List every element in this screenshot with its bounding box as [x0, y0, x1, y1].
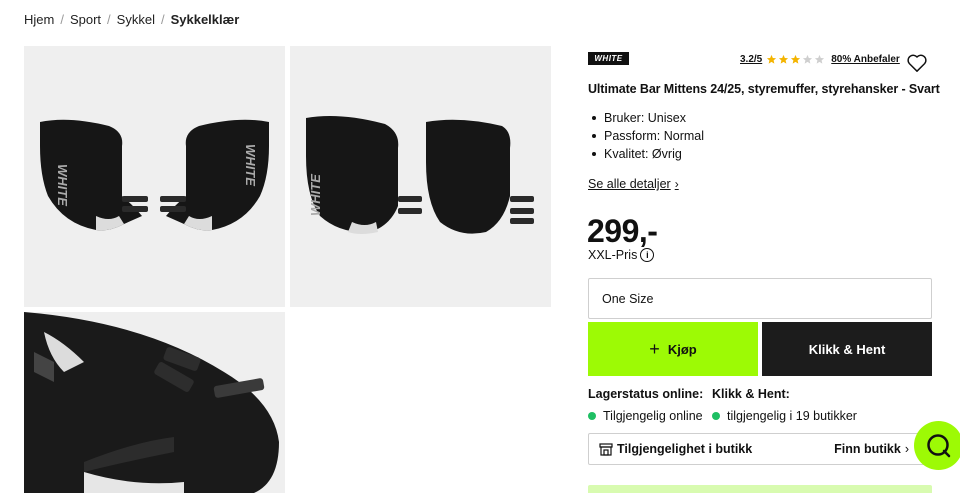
store-stock-status: tilgjengelig i 19 butikker [712, 409, 857, 423]
click-and-collect-button[interactable]: Klikk & Hent [762, 322, 932, 376]
brand-print: WHITE [55, 164, 70, 206]
breadcrumb-separator: / [107, 12, 111, 27]
online-stock-heading: Lagerstatus online: [588, 387, 704, 401]
chevron-right-icon: › [904, 442, 909, 456]
spec-item: Passform: Normal [588, 127, 704, 145]
chevron-right-icon: › [674, 177, 679, 191]
rating-score[interactable]: 3.2/5 [740, 54, 762, 65]
size-select[interactable]: One Size [588, 278, 932, 319]
rating-summary[interactable]: 3.2/5 80% Anbefaler [740, 54, 900, 65]
see-all-details-label: Se alle detaljer [588, 177, 671, 191]
in-stock-dot-icon [712, 412, 720, 420]
breadcrumb-home[interactable]: Hjem [24, 12, 54, 27]
product-image-closeup[interactable] [24, 312, 285, 493]
mittens-back-illustration: WHITE [306, 116, 534, 234]
chat-bubble-icon [926, 433, 950, 457]
rating-stars [766, 54, 825, 65]
chat-button[interactable] [914, 421, 960, 470]
in-stock-dot-icon [588, 412, 596, 420]
spec-item: Bruker: Unisex [588, 109, 704, 127]
recommend-percentage[interactable]: 80% Anbefaler [831, 54, 900, 65]
star-filled-icon [791, 54, 801, 64]
buy-button-label: Kjøp [667, 341, 697, 357]
breadcrumb-current: Sykkelklær [170, 12, 240, 27]
mittens-front-illustration: WHITE WHITE [40, 119, 269, 231]
online-stock-status: Tilgjengelig online [588, 409, 703, 423]
product-image-front[interactable]: WHITE WHITE [24, 46, 285, 307]
promo-banner [588, 485, 932, 493]
breadcrumb: Hjem / Sport / Sykkel / Sykkelklær [24, 12, 239, 27]
store-availability-label: Tilgjengelighet i butikk [617, 442, 753, 456]
wishlist-heart-icon[interactable] [906, 53, 928, 73]
store-stock-heading: Klikk & Hent: [712, 387, 790, 401]
store-stock-text: tilgjengelig i 19 butikker [727, 409, 857, 423]
breadcrumb-sykkel[interactable]: Sykkel [117, 12, 155, 27]
price-label: XXL-Pris [588, 248, 638, 262]
brand-print: WHITE [308, 174, 323, 216]
spec-item: Kvalitet: Øvrig [588, 145, 704, 163]
product-price: 299,- [587, 213, 658, 249]
breadcrumb-sport[interactable]: Sport [70, 12, 101, 27]
price-label-row: XXL-Pris i [588, 248, 655, 262]
info-icon[interactable]: i [640, 248, 655, 262]
product-specs: Bruker: Unisex Passform: Normal Kvalitet… [588, 109, 704, 163]
star-empty-icon [803, 54, 813, 64]
breadcrumb-separator: / [60, 12, 64, 27]
store-availability-row[interactable]: Tilgjengelighet i butikk Finn butikk › [588, 433, 932, 465]
star-filled-icon [767, 54, 777, 64]
see-all-details-link[interactable]: Se alle detaljer › [588, 177, 679, 191]
breadcrumb-separator: / [160, 12, 165, 27]
find-store-link[interactable]: Finn butikk › [834, 442, 909, 456]
plus-icon: + [649, 338, 660, 359]
online-stock-text: Tilgjengelig online [603, 409, 703, 423]
mitten-closeup-illustration [24, 312, 285, 493]
star-filled-icon [779, 54, 789, 64]
buy-button[interactable]: + Kjøp [588, 322, 758, 376]
find-store-label: Finn butikk [834, 442, 901, 456]
star-empty-icon [815, 54, 825, 64]
brand-logo[interactable]: WHITE [588, 52, 629, 65]
product-title: Ultimate Bar Mittens 24/25, styremuffer,… [588, 82, 940, 96]
store-icon [599, 442, 613, 456]
product-image-back[interactable]: WHITE [290, 46, 551, 307]
brand-print: WHITE [243, 144, 258, 186]
